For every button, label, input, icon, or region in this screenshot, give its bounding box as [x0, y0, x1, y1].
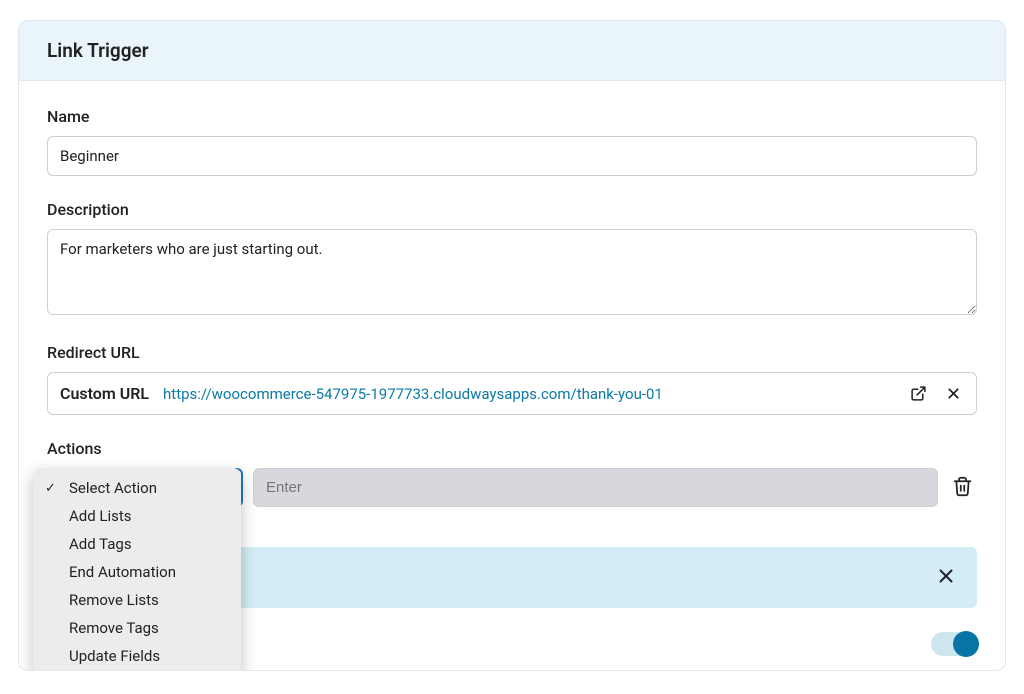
action-select-wrap: Select Action ✓Select ActionAdd ListsAdd…	[47, 468, 243, 507]
redirect-label: Redirect URL	[47, 343, 977, 362]
dropdown-option-label: Select Action	[69, 479, 157, 497]
notice-close-button[interactable]	[933, 563, 959, 592]
dropdown-option-label: Update Fields	[69, 647, 160, 665]
redirect-field-group: Redirect URL Custom URL https://woocomme…	[47, 343, 977, 415]
card-header: Link Trigger	[19, 21, 1005, 81]
card-body: Name Description For marketers who are j…	[19, 81, 1005, 670]
redirect-type: Custom URL	[60, 384, 149, 403]
clear-redirect-button[interactable]	[943, 383, 964, 404]
trash-icon	[952, 476, 973, 497]
toggle-knob	[953, 631, 979, 657]
name-input[interactable]	[47, 136, 977, 176]
close-icon	[945, 385, 962, 402]
name-field-group: Name	[47, 107, 977, 176]
actions-row: Select Action ✓Select ActionAdd ListsAdd…	[47, 468, 977, 507]
dropdown-option[interactable]: Update Fields	[33, 642, 241, 670]
dropdown-option[interactable]: Add Tags	[33, 530, 241, 558]
dropdown-option[interactable]: ✓ Select Action	[33, 474, 241, 502]
dropdown-option[interactable]: Remove Tags	[33, 614, 241, 642]
action-select-dropdown: ✓ Select Action Add Lists Add Tags End Autom…	[33, 468, 241, 671]
description-field-group: Description For marketers who are just s…	[47, 200, 977, 319]
dropdown-option-label: Add Lists	[69, 507, 132, 525]
check-icon: ✓	[45, 481, 61, 496]
dropdown-option-label: Remove Tags	[69, 619, 159, 637]
actions-label: Actions	[47, 439, 977, 458]
dropdown-option[interactable]: Add Lists	[33, 502, 241, 530]
toggle-switch[interactable]	[931, 632, 977, 656]
actions-field-group: Actions Select Action ✓Select ActionAdd …	[47, 439, 977, 507]
description-label: Description	[47, 200, 977, 219]
redirect-row: Custom URL https://woocommerce-547975-19…	[47, 372, 977, 415]
dropdown-option-label: Remove Lists	[69, 591, 159, 609]
close-icon	[935, 565, 957, 587]
delete-action-button[interactable]	[948, 472, 977, 504]
external-link-icon	[910, 385, 927, 402]
open-external-button[interactable]	[908, 383, 929, 404]
dropdown-option[interactable]: End Automation	[33, 558, 241, 586]
action-value-input[interactable]	[253, 468, 938, 507]
description-textarea[interactable]: For marketers who are just starting out.	[47, 229, 977, 315]
link-trigger-card: Link Trigger Name Description For market…	[18, 20, 1006, 671]
page-title: Link Trigger	[47, 39, 977, 62]
dropdown-option-label: Add Tags	[69, 535, 132, 553]
name-label: Name	[47, 107, 977, 126]
dropdown-option[interactable]: Remove Lists	[33, 586, 241, 614]
redirect-url-link[interactable]: https://woocommerce-547975-1977733.cloud…	[163, 385, 894, 403]
dropdown-option-label: End Automation	[69, 563, 176, 581]
